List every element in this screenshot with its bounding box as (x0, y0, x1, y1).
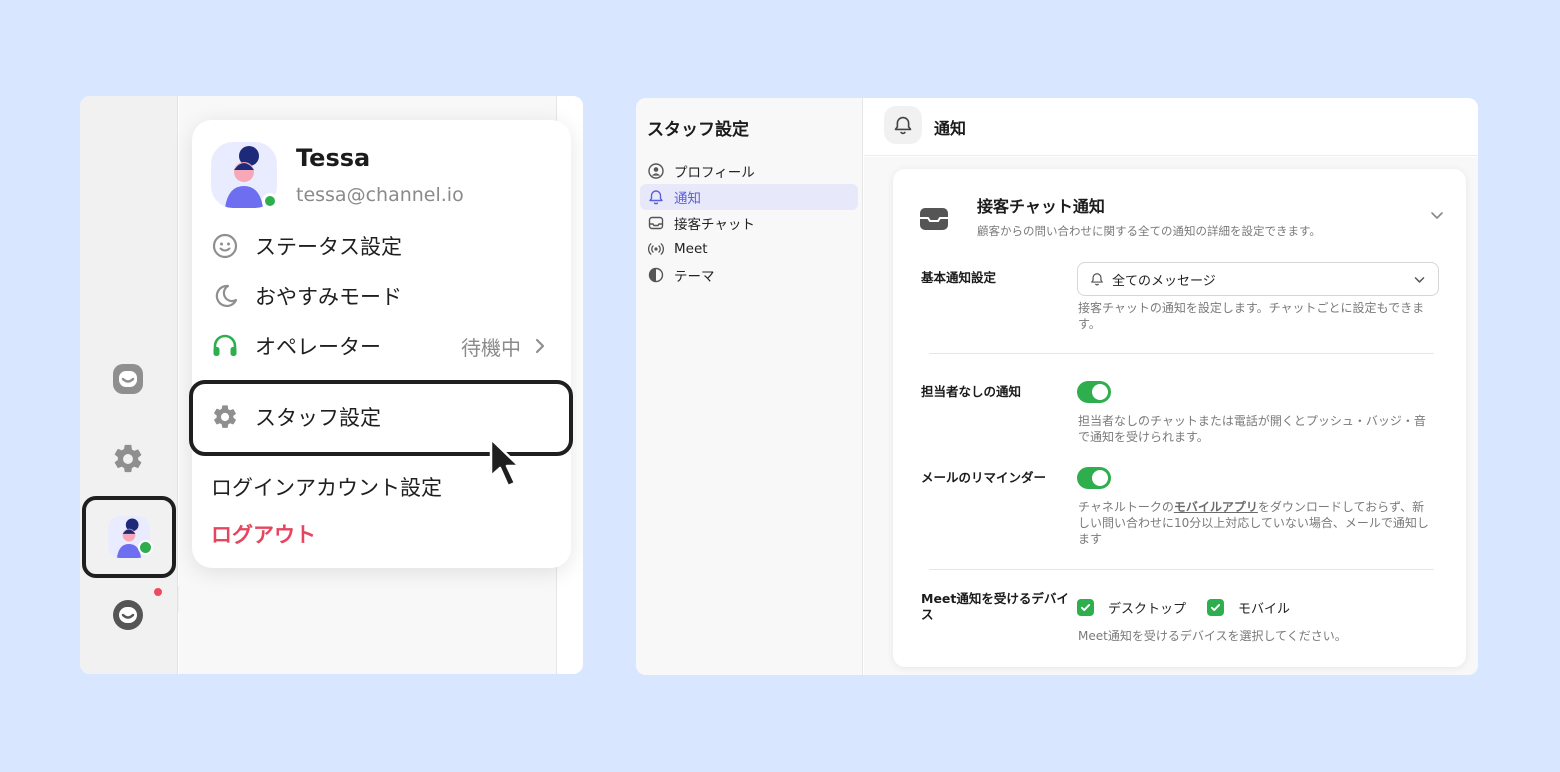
sidebar-item-notifications[interactable]: 通知 (640, 184, 858, 210)
sidebar-item-label: Meet (674, 241, 708, 257)
smile-icon (211, 232, 239, 260)
check-icon (1077, 599, 1094, 616)
chat-bubble-icon[interactable] (111, 598, 145, 632)
sidebar-item-profile[interactable]: プロフィール (640, 158, 858, 184)
online-status-dot (138, 540, 153, 555)
meet-devices-label: Meet通知を受けるデバイス (921, 591, 1069, 622)
menu-item-label: ステータス設定 (255, 235, 402, 259)
profile-menu: Tessa tessa@channel.io ステータス設定 おやすみモード オ… (189, 120, 573, 568)
gear-icon (211, 403, 239, 431)
settings-sidebar: スタッフ設定 プロフィール 通知 接客チャット Meet テーマ (636, 98, 863, 675)
unassigned-notification-label: 担当者なしの通知 (921, 384, 1022, 399)
desktop-checkbox[interactable]: デスクトップ (1077, 598, 1186, 617)
menu-item-staff-settings[interactable]: スタッフ設定 (211, 400, 381, 434)
inbox-icon (920, 208, 948, 230)
sidebar-item-label: プロフィール (674, 165, 755, 181)
menu-item-label: スタッフ設定 (255, 406, 381, 430)
card-description: 顧客からの問い合わせに関する全ての通知の詳細を設定できます。 (977, 224, 1321, 238)
theme-contrast-icon (648, 267, 664, 283)
card-title: 接客チャット通知 (977, 197, 1105, 216)
rail-avatar-button[interactable] (82, 496, 176, 578)
user-circle-icon (648, 163, 664, 179)
online-status-dot (262, 193, 278, 209)
select-value: 全てのメッセージ (1112, 273, 1216, 289)
mobile-app-link[interactable]: モバイルアプリ (1174, 500, 1258, 514)
settings-header: 通知 (864, 98, 1478, 156)
broadcast-icon (648, 241, 664, 257)
profile-name: Tessa (296, 144, 371, 172)
checkbox-label: デスクトップ (1108, 602, 1187, 617)
moon-icon (211, 282, 239, 310)
sidebar-item-label: テーマ (674, 269, 715, 285)
divider (929, 353, 1434, 354)
menu-item-label: ログアウト (211, 523, 316, 547)
page-title: 通知 (934, 119, 967, 138)
headset-icon (211, 332, 239, 360)
sidebar-item-meet[interactable]: Meet (640, 236, 858, 262)
check-icon (1207, 599, 1224, 616)
app-window-right: スタッフ設定 プロフィール 通知 接客チャット Meet テーマ 通知 接客チャ… (636, 98, 1478, 675)
chevron-down-icon[interactable] (1429, 207, 1445, 223)
chevron-down-icon (1414, 277, 1425, 283)
menu-item-sleep-mode[interactable]: おやすみモード (211, 279, 402, 313)
menu-item-label: ログインアカウント設定 (211, 476, 442, 500)
email-reminder-label: メールのリマインダー (921, 470, 1047, 485)
basic-notification-label: 基本通知設定 (921, 270, 997, 285)
bell-icon (884, 106, 922, 144)
side-rail (80, 96, 178, 674)
menu-item-label: オペレーター (255, 335, 381, 359)
menu-item-operator[interactable]: オペレーター 待機中 (211, 329, 547, 363)
unread-badge (154, 588, 162, 596)
sidebar-item-chat[interactable]: 接客チャット (640, 210, 858, 236)
inbox-icon (648, 215, 664, 231)
unassigned-notification-toggle[interactable] (1077, 381, 1111, 403)
sidebar-item-label: 通知 (674, 191, 701, 207)
menu-item-logout[interactable]: ログアウト (211, 517, 316, 551)
gear-icon[interactable] (111, 442, 145, 476)
sidebar-item-label: 接客チャット (674, 217, 755, 233)
chevron-right-icon (533, 337, 547, 355)
chat-notification-card: 接客チャット通知 顧客からの問い合わせに関する全ての通知の詳細を設定できます。 … (893, 169, 1466, 667)
checkbox-label: モバイル (1238, 602, 1291, 617)
basic-notification-select[interactable]: 全てのメッセージ (1077, 262, 1439, 296)
settings-body: 接客チャット通知 顧客からの問い合わせに関する全ての通知の詳細を設定できます。 … (864, 157, 1478, 675)
meet-devices-help: Meet通知を受けるデバイスを選択してください。 (1078, 629, 1347, 643)
operator-status-value: 待機中 (461, 335, 521, 360)
mouse-cursor-icon (489, 437, 521, 488)
chat-app-icon[interactable] (111, 362, 145, 396)
email-reminder-help: チャネルトークのモバイルアプリをダウンロードしておらず、新しい問い合わせに10分… (1078, 500, 1429, 546)
mobile-checkbox[interactable]: モバイル (1207, 598, 1290, 617)
email-reminder-toggle[interactable] (1077, 467, 1111, 489)
bell-icon (648, 189, 664, 205)
basic-notification-help: 接客チャットの通知を設定します。チャットごとに設定もできます。 (1078, 301, 1425, 331)
menu-item-login-account[interactable]: ログインアカウント設定 (211, 470, 442, 504)
settings-sidebar-title: スタッフ設定 (647, 120, 749, 140)
sidebar-item-theme[interactable]: テーマ (640, 262, 858, 288)
menu-item-status[interactable]: ステータス設定 (211, 229, 402, 263)
app-window-left: Tessa tessa@channel.io ステータス設定 おやすみモード オ… (80, 96, 583, 674)
unassigned-notification-help: 担当者なしのチャットまたは電話が開くとプッシュ・バッジ・音で通知を受けられます。 (1078, 414, 1426, 444)
bell-icon (1090, 272, 1104, 286)
menu-item-label: おやすみモード (255, 285, 402, 309)
profile-email: tessa@channel.io (296, 184, 464, 206)
divider (929, 569, 1434, 570)
